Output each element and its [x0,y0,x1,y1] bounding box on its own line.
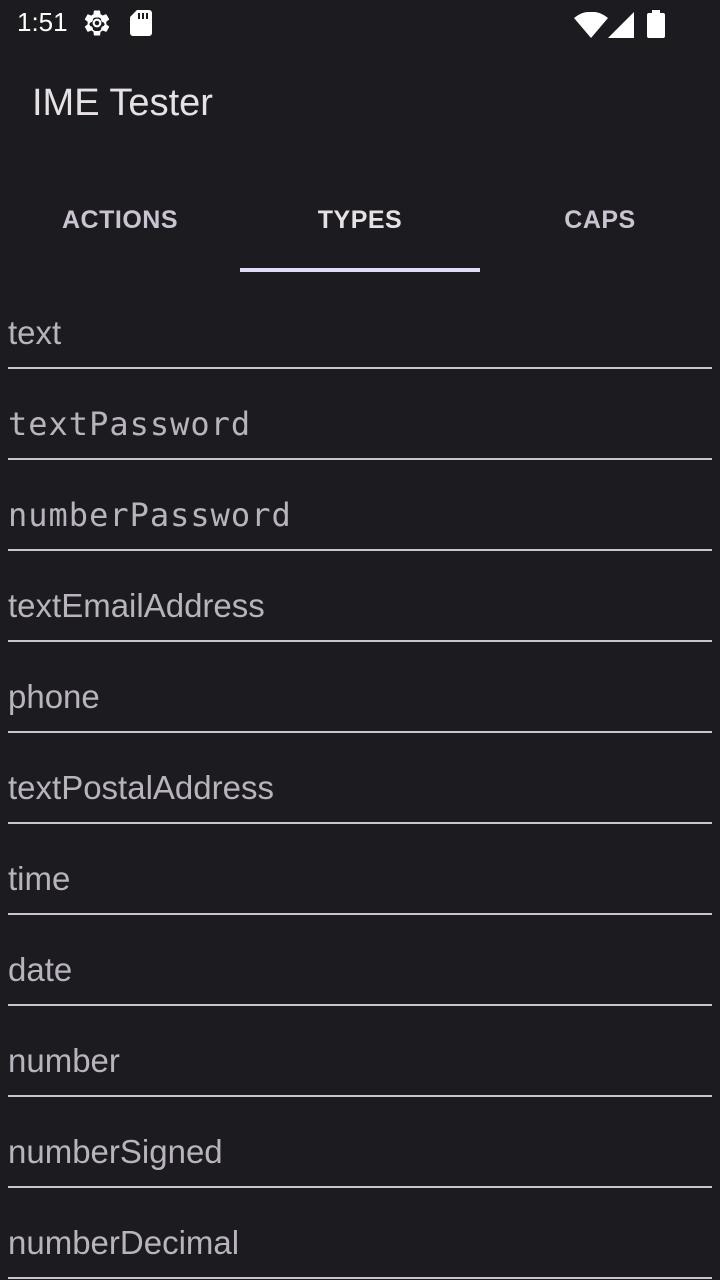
tab-caps[interactable]: CAPS [480,168,720,272]
input-type-list [8,278,712,1279]
phone-field[interactable] [8,669,712,733]
text-field[interactable] [8,305,712,369]
text-email-address-field[interactable] [8,578,712,642]
settings-gear-icon [82,8,112,43]
tab-types[interactable]: TYPES [240,168,480,272]
field-row [8,1097,712,1188]
field-row [8,369,712,460]
sd-card-icon [130,10,152,41]
cell-signal-icon [608,12,634,43]
status-bar: 1:51 [0,0,720,50]
number-signed-field[interactable] [8,1124,712,1188]
time-field[interactable] [8,851,712,915]
wifi-icon [574,11,608,43]
battery-icon [646,10,666,43]
field-row [8,460,712,551]
field-row [8,824,712,915]
screen: 1:51 IME Tester ACTIONS TYPES CAPS text … [0,0,720,1280]
number-field[interactable] [8,1033,712,1097]
number-decimal-field[interactable] [8,1215,712,1279]
field-row [8,1188,712,1279]
field-row [8,278,712,369]
field-row [8,1006,712,1097]
status-time: 1:51 [17,7,68,37]
number-password-field[interactable] [8,487,712,551]
field-row [8,642,712,733]
app-title: IME Tester [32,82,213,124]
tab-actions[interactable]: ACTIONS [0,168,240,272]
text-postal-address-field[interactable] [8,760,712,824]
text-password-field[interactable] [8,396,712,460]
field-row [8,551,712,642]
tab-bar: ACTIONS TYPES CAPS [0,168,720,272]
date-field[interactable] [8,942,712,1006]
field-row [8,733,712,824]
field-row [8,915,712,1006]
